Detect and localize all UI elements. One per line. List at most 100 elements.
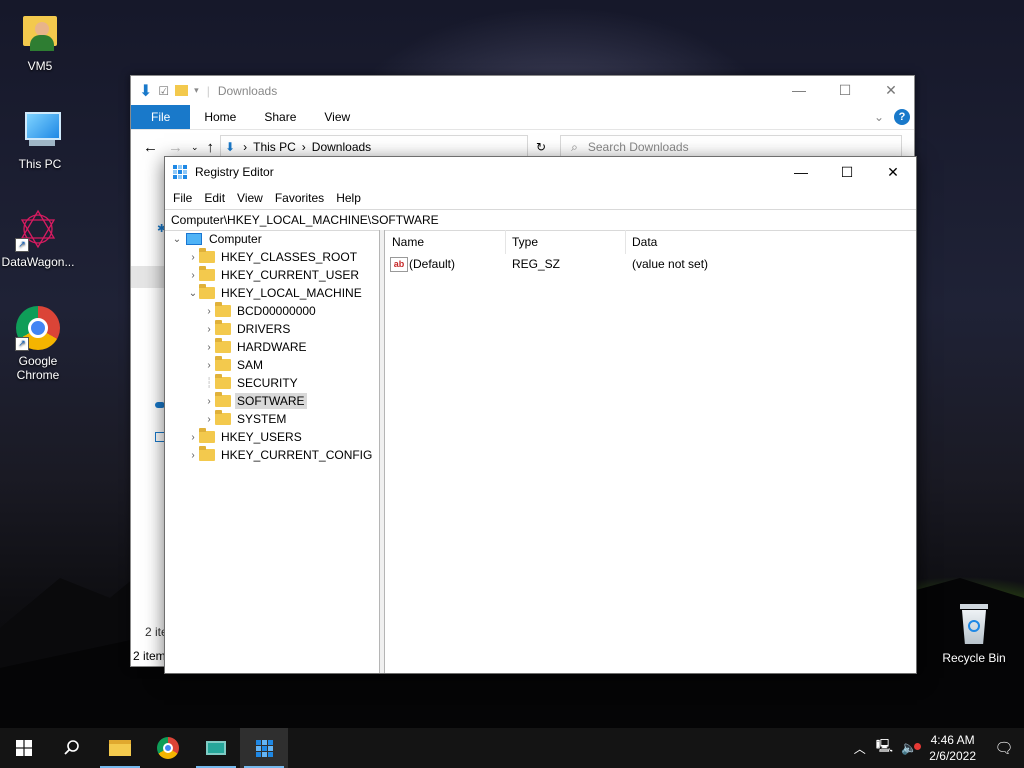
quick-access-dropdown-icon[interactable]: ▾ [194, 85, 199, 96]
chevron-right-icon[interactable]: › [187, 432, 199, 443]
minimize-button[interactable]: — [778, 164, 824, 181]
tree-node-hardware[interactable]: › HARDWARE [203, 338, 309, 356]
registry-tree-pane[interactable]: ⌄ Computer › HKEY_CLASSES_ROOT › HKEY_CURR… [165, 230, 380, 673]
tree-node-hkey-local-machine[interactable]: ⌄ HKEY_LOCAL_MACHINE [187, 284, 364, 302]
desktop-icon-datawagon[interactable]: ↗ DataWagon... [0, 206, 76, 269]
minimize-button[interactable]: — [776, 82, 822, 99]
ribbon-tab-share[interactable]: Share [250, 105, 310, 129]
desktop-icon-google-chrome[interactable]: ↗ Google Chrome [0, 305, 76, 382]
ribbon-tab-file[interactable]: File [131, 105, 191, 129]
folder-icon [215, 320, 231, 335]
maximize-button[interactable]: ☐ [824, 164, 870, 181]
tree-node-software[interactable]: › SOFTWARE [203, 392, 307, 410]
value-type: REG_SZ [512, 257, 561, 271]
value-name: (Default) [409, 257, 456, 271]
menu-file[interactable]: File [167, 191, 198, 205]
regedit-titlebar[interactable]: Registry Editor — ☐ ✕ [165, 157, 916, 187]
recycle-bin-icon [951, 602, 997, 648]
value-row[interactable]: ab (Default) REG_SZ (value not set) [385, 254, 905, 274]
tree-node-bcd00000000[interactable]: › BCD00000000 [203, 302, 318, 320]
string-value-icon: ab [390, 257, 408, 272]
back-icon[interactable]: ← [143, 139, 158, 156]
tree-node-hkey-current-user[interactable]: › HKEY_CURRENT_USER [187, 266, 361, 284]
column-header-type[interactable]: Type [505, 230, 626, 254]
desktop-icon-label: Recycle Bin [942, 651, 1006, 665]
ribbon-tab-view[interactable]: View [310, 105, 364, 129]
registry-values-pane[interactable]: Name Type Data ab (Default) REG_SZ (valu… [385, 230, 916, 673]
taskbar-chrome[interactable] [144, 728, 192, 768]
clock-date: 2/6/2022 [929, 749, 976, 763]
chevron-right-icon[interactable]: › [203, 306, 215, 317]
chevron-right-icon[interactable]: › [187, 270, 199, 281]
notifications-icon[interactable]: 🗨 [984, 739, 1024, 757]
regedit-address-bar[interactable]: Computer\HKEY_LOCAL_MACHINE\SOFTWARE [165, 209, 916, 231]
taskbar: ︿ 🖳 🔈 4:46 AM 2/6/2022 🗨 [0, 728, 1024, 768]
close-button[interactable]: ✕ [870, 164, 916, 181]
tree-node-hkey-current-config[interactable]: › HKEY_CURRENT_CONFIG [187, 446, 374, 464]
help-icon[interactable]: ? [894, 109, 910, 125]
properties-icon[interactable]: ☑ [158, 84, 169, 98]
chevron-down-icon[interactable]: ⌄ [171, 234, 183, 245]
tree-node-hkey-classes-root[interactable]: › HKEY_CLASSES_ROOT [187, 248, 359, 266]
user-folder-icon [17, 10, 63, 56]
taskbar-registry-editor[interactable] [240, 728, 288, 768]
desktop-icon-recycle-bin[interactable]: Recycle Bin [936, 602, 1012, 665]
registry-editor-window[interactable]: Registry Editor — ☐ ✕ File Edit View Fav… [164, 156, 917, 674]
menu-favorites[interactable]: Favorites [269, 191, 330, 205]
tree-node-computer[interactable]: ⌄ Computer [171, 230, 264, 248]
taskbar-clock[interactable]: 4:46 AM 2/6/2022 [921, 732, 984, 764]
expand-ribbon-icon[interactable]: ⌄ [874, 110, 884, 124]
chevron-right-icon[interactable]: › [203, 324, 215, 335]
column-header-name[interactable]: Name [385, 230, 506, 254]
menu-edit[interactable]: Edit [198, 191, 231, 205]
tree-node-drivers[interactable]: › DRIVERS [203, 320, 292, 338]
tree-node-system[interactable]: › SYSTEM [203, 410, 288, 428]
refresh-icon[interactable]: ↻ [536, 140, 546, 154]
taskbar-file-explorer[interactable] [96, 728, 144, 768]
desktop-icon-label: Google Chrome [16, 354, 60, 382]
tree-node-sam[interactable]: › SAM [203, 356, 265, 374]
folder-icon [199, 284, 215, 299]
nav-pane-highlight [131, 266, 165, 288]
close-button[interactable]: ✕ [868, 82, 914, 99]
search-button[interactable] [48, 728, 96, 768]
menu-view[interactable]: View [231, 191, 269, 205]
folder-icon [215, 338, 231, 353]
ribbon-tab-home[interactable]: Home [190, 105, 250, 129]
search-placeholder: Search Downloads [587, 140, 689, 154]
chevron-right-icon[interactable]: › [203, 396, 215, 407]
recent-locations-icon[interactable]: ⌄ [191, 142, 199, 153]
chevron-down-icon[interactable]: ⌄ [187, 288, 199, 299]
up-icon[interactable]: ↑ [207, 139, 215, 156]
chevron-right-icon[interactable]: › [203, 360, 215, 371]
tree-node-security[interactable]: ┆ SECURITY [203, 374, 300, 392]
menu-help[interactable]: Help [330, 191, 367, 205]
chevron-right-icon[interactable]: › [187, 252, 199, 263]
folder-icon [199, 266, 215, 281]
desktop-icon-this-pc[interactable]: This PC [2, 108, 78, 171]
network-icon[interactable]: 🖳 [872, 737, 897, 759]
tree-node-hkey-users[interactable]: › HKEY_USERS [187, 428, 304, 446]
desktop-icon-label: DataWagon... [1, 255, 75, 269]
taskbar-app[interactable] [192, 728, 240, 768]
column-header-data[interactable]: Data [625, 230, 832, 254]
search-icon: ⌕ [571, 139, 578, 154]
windows-logo-icon [16, 740, 32, 756]
explorer-titlebar[interactable]: ⬇ ☑ ▾ | Downloads — ☐ ✕ [131, 76, 914, 105]
maximize-button[interactable]: ☐ [822, 82, 868, 99]
chevron-right-icon[interactable]: › [187, 450, 199, 461]
folder-icon[interactable] [175, 85, 189, 96]
show-hidden-icons-icon[interactable]: ︿ [848, 740, 872, 757]
chevron-right-icon[interactable]: › [203, 414, 215, 425]
start-button[interactable] [0, 728, 48, 768]
chrome-icon [157, 737, 179, 759]
volume-muted-icon[interactable]: 🔈 [897, 740, 922, 756]
breadcrumb-downloads[interactable]: Downloads [312, 140, 371, 154]
folder-icon [199, 428, 215, 443]
monitor-app-icon [206, 741, 226, 755]
forward-icon[interactable]: → [168, 139, 183, 156]
breadcrumb-this-pc[interactable]: This PC [253, 140, 296, 154]
regedit-menu-bar: File Edit View Favorites Help [165, 187, 916, 209]
chevron-right-icon[interactable]: › [203, 342, 215, 353]
desktop-icon-vm5[interactable]: VM5 [2, 10, 78, 73]
